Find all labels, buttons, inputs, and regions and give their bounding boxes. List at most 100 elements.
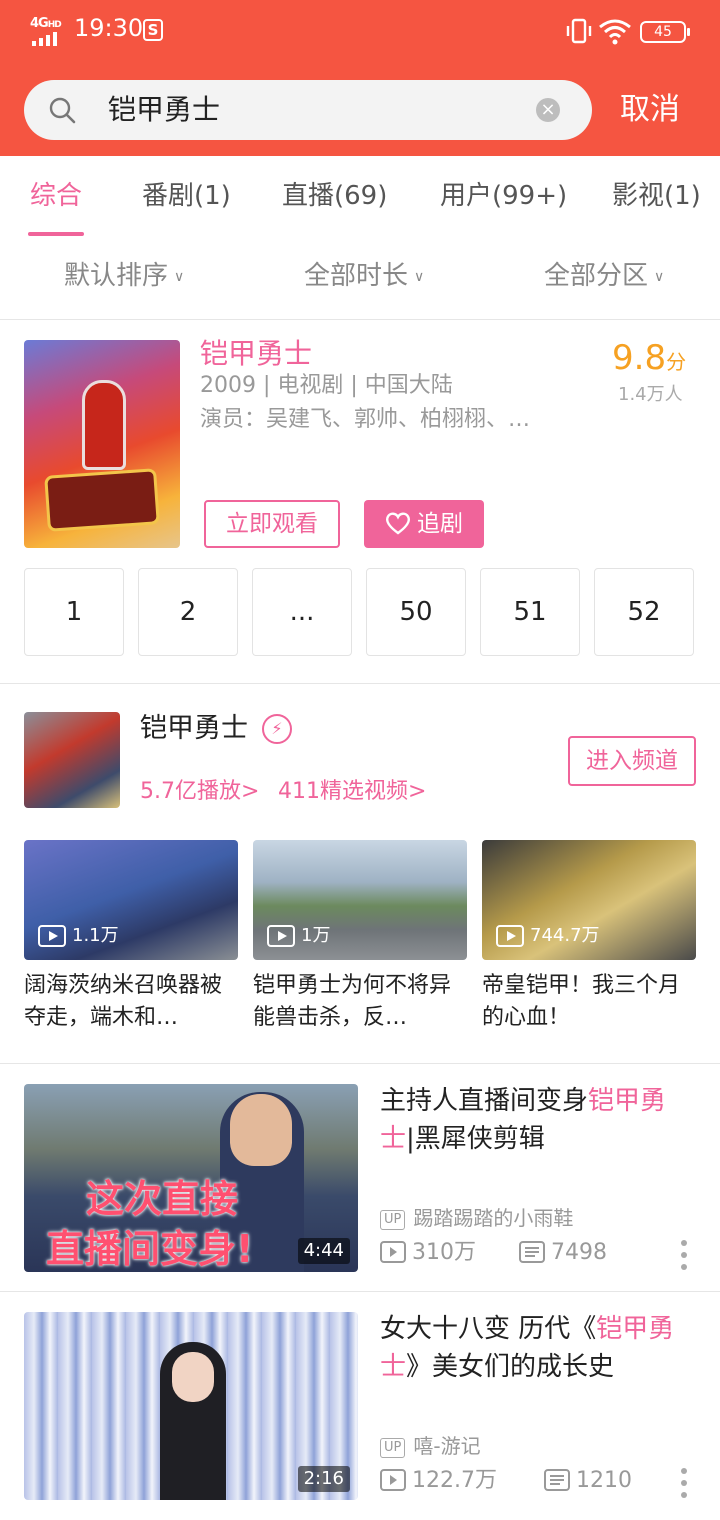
episode-more-button[interactable]: ... xyxy=(252,568,352,656)
channel-plays[interactable]: 5.7亿播放> xyxy=(140,776,259,808)
uploader-name: 嘻-游记 xyxy=(413,1434,481,1458)
mini-video-views: 1万 xyxy=(267,924,330,948)
filter-sort[interactable]: 默认排序 ∨ xyxy=(64,258,184,295)
mini-video-views: 1.1万 xyxy=(38,924,119,948)
drama-card[interactable]: 铠甲勇士 2009 | 电视剧 | 中国大陆 演员：吴建飞、郭帅、柏栩栩、… 9… xyxy=(0,320,720,684)
cancel-button[interactable]: 取消 xyxy=(620,86,680,134)
episode-button[interactable]: 52 xyxy=(594,568,694,656)
clear-icon[interactable]: × xyxy=(536,98,560,122)
video-thumbnail[interactable]: 2:16 xyxy=(24,1312,358,1500)
filter-zone[interactable]: 全部分区 ∨ xyxy=(544,258,664,295)
clock: 19:30 xyxy=(74,14,144,42)
channel-card: 铠甲勇士 ⚡ 5.7亿播放> 411精选视频> 进入频道 1.1万 阔海茨纳米召… xyxy=(0,684,720,1064)
watch-now-button[interactable]: 立即观看 xyxy=(204,500,340,548)
mini-video-title[interactable]: 帝皇铠甲！我三个月的心血！ xyxy=(482,970,696,1034)
active-tab-indicator xyxy=(28,232,84,236)
mini-video-card[interactable]: 744.7万 帝皇铠甲！我三个月的心血！ xyxy=(482,840,696,1034)
follow-drama-label: 追剧 xyxy=(417,511,463,537)
poster-hero-figure xyxy=(82,380,126,470)
play-count: 122.7万 xyxy=(412,1468,497,1493)
signal-bars-icon xyxy=(32,32,58,46)
video-duration: 4:44 xyxy=(297,1238,350,1264)
enter-channel-button[interactable]: 进入频道 xyxy=(568,736,696,786)
filter-bar: 默认排序 ∨ 全部时长 ∨ 全部分区 ∨ xyxy=(0,238,720,320)
play-count-icon xyxy=(380,1468,406,1491)
chevron-down-icon: ∨ xyxy=(414,268,425,285)
danmaku-icon xyxy=(519,1240,545,1263)
wifi-icon xyxy=(599,19,631,45)
more-options-icon[interactable] xyxy=(678,1468,690,1500)
network-indicator: 4GHD xyxy=(30,16,62,46)
video-stats: 122.7万 1210 xyxy=(380,1466,632,1496)
score-count: 1.4万人 xyxy=(618,384,683,405)
danmaku-icon xyxy=(543,1468,570,1491)
filter-duration[interactable]: 全部时长 ∨ xyxy=(304,258,424,295)
tab-anime[interactable]: 番剧(1) xyxy=(142,178,231,214)
channel-name[interactable]: 铠甲勇士 xyxy=(140,710,248,748)
video-title[interactable]: 女大十八变 历代《铠甲勇士》美女们的成长史 xyxy=(380,1310,696,1386)
mini-video-title[interactable]: 阔海茨纳米召唤器被夺走，端木和… xyxy=(24,970,238,1034)
tab-live[interactable]: 直播(69) xyxy=(282,178,387,214)
video-title-text: 》美女们的成长史 xyxy=(406,1352,615,1382)
presenter-face xyxy=(230,1094,292,1166)
video-uploader[interactable]: UP 踢踏踢踏的小雨鞋 xyxy=(380,1204,573,1232)
tab-all[interactable]: 综合 xyxy=(30,178,82,214)
video-title-text: |黑犀侠剪辑 xyxy=(406,1124,545,1154)
video-title-text: 主持人直播间变身 xyxy=(380,1086,589,1116)
app-header: 4GHD 19:30 S 45 铠甲勇士 × 取消 xyxy=(0,0,720,156)
views-count: 1万 xyxy=(301,925,331,946)
mini-video-thumbnail[interactable]: 1.1万 xyxy=(24,840,238,960)
views-count: 744.7万 xyxy=(530,925,600,946)
more-options-icon[interactable] xyxy=(678,1240,690,1272)
status-bar: 4GHD 19:30 S 45 xyxy=(0,0,720,60)
drama-title[interactable]: 铠甲勇士 xyxy=(200,334,312,374)
s-notification-icon: S xyxy=(143,19,163,41)
drama-poster[interactable] xyxy=(24,340,180,548)
search-input[interactable]: 铠甲勇士 xyxy=(108,80,508,140)
tab-users[interactable]: 用户(99+) xyxy=(440,178,567,214)
tab-movies[interactable]: 影视(1) xyxy=(612,178,701,214)
channel-avatar[interactable] xyxy=(24,712,120,808)
filter-sort-label: 默认排序 xyxy=(64,261,169,291)
video-duration: 2:16 xyxy=(297,1466,350,1492)
result-tabs: 综合 番剧(1) 直播(69) 用户(99+) 影视(1) xyxy=(0,156,720,238)
follow-drama-button[interactable]: 追剧 xyxy=(364,500,484,548)
episode-button[interactable]: 2 xyxy=(138,568,238,656)
network-type: 4G xyxy=(30,16,49,31)
video-title[interactable]: 主持人直播间变身铠甲勇士|黑犀侠剪辑 xyxy=(380,1082,696,1158)
person-face xyxy=(172,1352,214,1402)
score-unit: 分 xyxy=(666,350,687,374)
play-icon xyxy=(38,925,66,947)
play-count: 310万 xyxy=(412,1240,476,1265)
views-count: 1.1万 xyxy=(72,925,119,946)
danmaku-count: 1210 xyxy=(575,1468,632,1493)
mini-video-card[interactable]: 1.1万 阔海茨纳米召唤器被夺走，端木和… xyxy=(24,840,238,1034)
uploader-name: 踢踏踢踏的小雨鞋 xyxy=(413,1206,574,1230)
episode-button[interactable]: 51 xyxy=(480,568,580,656)
up-badge-icon: UP xyxy=(380,1437,406,1458)
episode-button[interactable]: 50 xyxy=(366,568,466,656)
mini-video-card[interactable]: 1万 铠甲勇士为何不将异能兽击杀，反… xyxy=(253,840,467,1034)
video-uploader[interactable]: UP 嘻-游记 xyxy=(380,1432,481,1460)
play-icon xyxy=(267,925,295,947)
battery-icon: 45 xyxy=(640,21,690,43)
network-hd: HD xyxy=(47,20,62,30)
play-count-icon xyxy=(380,1240,406,1263)
mini-video-title[interactable]: 铠甲勇士为何不将异能兽击杀，反… xyxy=(253,970,467,1034)
score-value: 9.8 xyxy=(612,338,667,378)
chevron-down-icon: ∨ xyxy=(654,268,665,285)
mini-video-thumbnail[interactable]: 1万 xyxy=(253,840,467,960)
poster-logo xyxy=(44,468,160,532)
heart-icon xyxy=(385,512,411,534)
mini-video-thumbnail[interactable]: 744.7万 xyxy=(482,840,696,960)
video-result[interactable]: 2:16 女大十八变 历代《铠甲勇士》美女们的成长史 UP 嘻-游记 122.7万… xyxy=(0,1292,720,1520)
video-thumbnail[interactable]: 这次直接 直播间变身! 4:44 xyxy=(24,1084,358,1272)
channel-videos[interactable]: 411精选视频> xyxy=(278,776,426,808)
thumbnail-caption: 直播间变身! xyxy=(46,1227,254,1271)
search-icon xyxy=(49,97,76,124)
lightning-badge-icon: ⚡ xyxy=(262,714,292,744)
episode-button[interactable]: 1 xyxy=(24,568,124,656)
search-box[interactable]: 铠甲勇士 × xyxy=(24,80,592,140)
danmaku-count: 7498 xyxy=(551,1240,607,1265)
video-result[interactable]: 这次直接 直播间变身! 4:44 主持人直播间变身铠甲勇士|黑犀侠剪辑 UP 踢踏… xyxy=(0,1064,720,1292)
